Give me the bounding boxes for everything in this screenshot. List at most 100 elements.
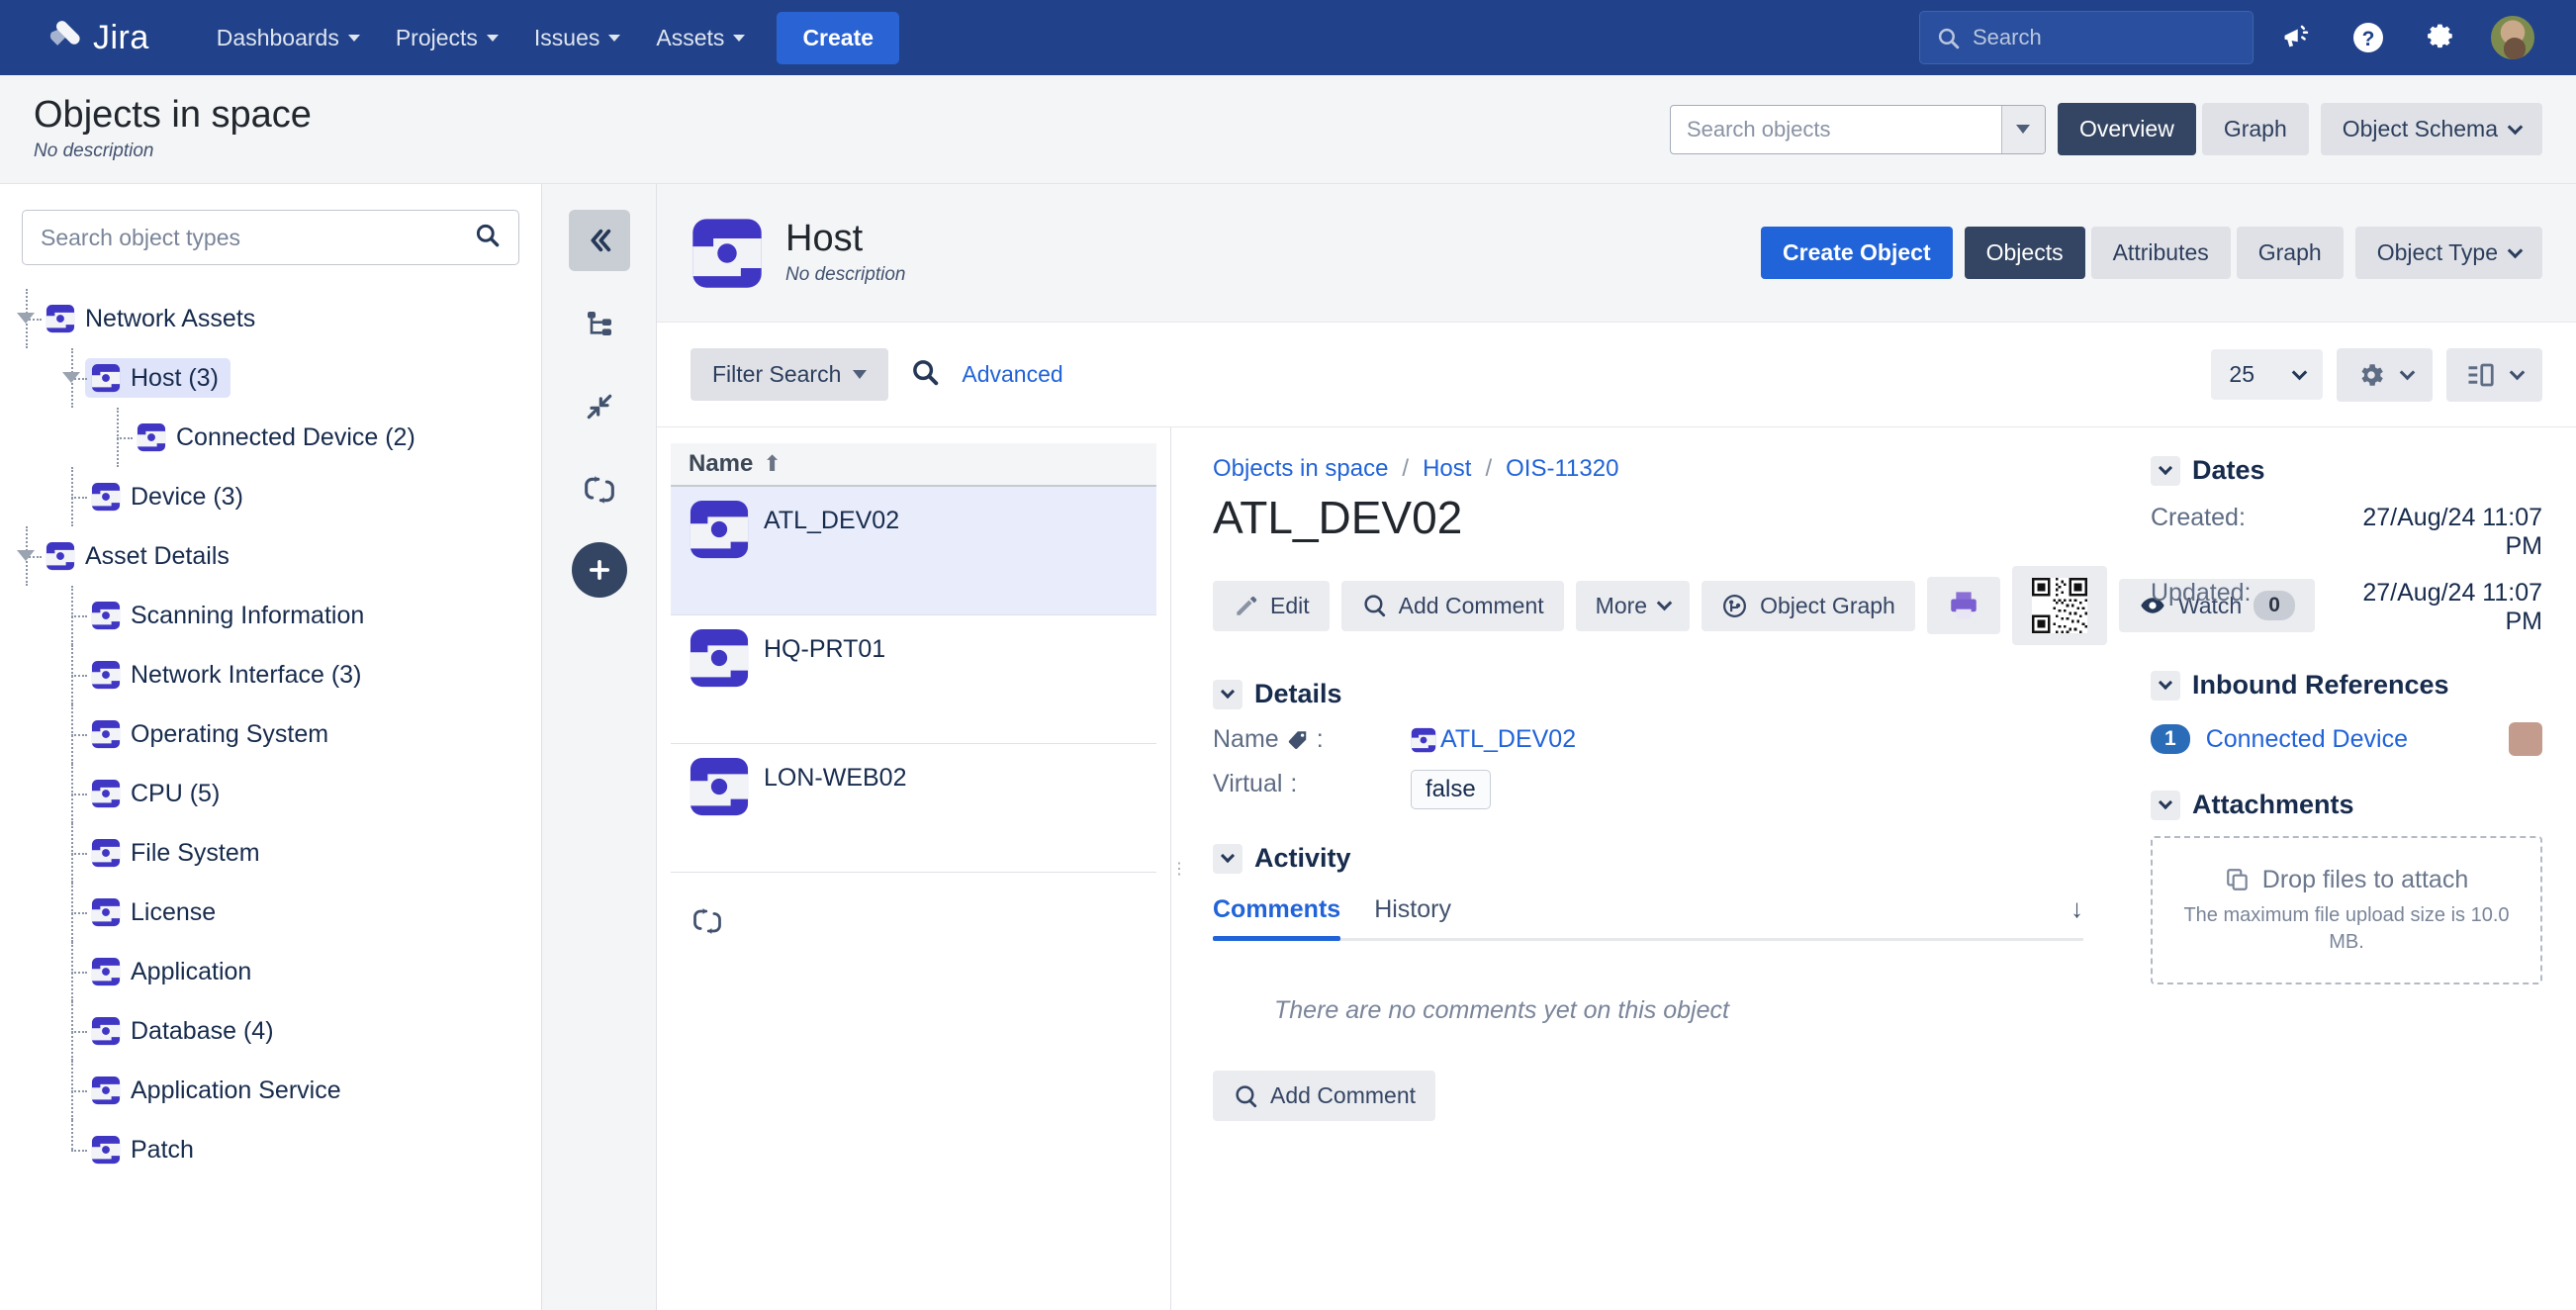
sort-order-toggle[interactable]: ↓: [2070, 893, 2083, 924]
breadcrumb-item-key[interactable]: OIS-11320: [1506, 455, 1618, 483]
object-detail-main: Objects in space / Host / OIS-11320 ATL_…: [1187, 427, 2315, 1310]
create-object-button[interactable]: Create Object: [1761, 227, 1953, 279]
object-type-icon: [46, 541, 75, 571]
search-object-types-input[interactable]: Search object types: [22, 210, 519, 265]
tree-item-label: Scanning Information: [131, 601, 365, 629]
object-type-titleblock: Host No description: [785, 220, 905, 286]
tree-item-host-3[interactable]: Host (3): [22, 348, 519, 408]
refresh-tree-button[interactable]: [569, 459, 630, 520]
details-heading: Details: [1254, 679, 1342, 708]
details-collapse-toggle[interactable]: [1213, 679, 1242, 709]
pane-resize-handle[interactable]: ⋮: [1171, 427, 1187, 1310]
attachments-collapse-toggle[interactable]: [2151, 790, 2180, 820]
add-comment-button[interactable]: Add Comment: [1340, 580, 1564, 631]
add-comment-button-bottom[interactable]: Add Comment: [1213, 1071, 1436, 1121]
search-icon: [913, 360, 939, 386]
add-comment-bottom-label: Add Comment: [1270, 1082, 1417, 1108]
tree-item-content: Scanning Information: [85, 596, 376, 635]
object-type-menu[interactable]: Object Type: [2354, 227, 2542, 279]
tab-history[interactable]: History: [1374, 895, 1451, 938]
edit-button[interactable]: Edit: [1213, 580, 1330, 631]
advanced-link[interactable]: Advanced: [962, 361, 1062, 388]
tree-item-cpu-5[interactable]: CPU (5): [22, 764, 519, 823]
view-switcher: Overview Graph: [2057, 103, 2309, 155]
tree-item-network-assets[interactable]: Network Assets: [17, 289, 519, 348]
avatar[interactable]: [2489, 14, 2536, 61]
object-schema-menu[interactable]: Object Schema: [2320, 103, 2542, 155]
tree-item-database-4[interactable]: Database (4): [22, 1001, 519, 1061]
object-type-header: Host No description Create Object Object…: [657, 184, 2576, 323]
collapse-all-button[interactable]: [569, 376, 630, 437]
tree-item-network-interface-3[interactable]: Network Interface (3): [22, 645, 519, 704]
attachment-dropzone[interactable]: Drop files to attach The maximum file up…: [2151, 836, 2542, 984]
tree-expand-toggle[interactable]: [17, 313, 35, 324]
search-objects-dropdown-button[interactable]: [2000, 105, 2045, 153]
tree-item-connected-device-2[interactable]: Connected Device (2): [22, 408, 519, 467]
tree-item-scanning-information[interactable]: Scanning Information: [22, 586, 519, 645]
tree-guide: [71, 497, 87, 499]
breadcrumb-item-schema[interactable]: Objects in space: [1213, 455, 1388, 483]
tree-item-asset-details[interactable]: Asset Details: [17, 526, 519, 586]
tree-expand-toggle[interactable]: [62, 372, 80, 383]
nav-item-issues[interactable]: Issues: [518, 13, 636, 63]
layout-toggle-menu[interactable]: [2446, 347, 2542, 402]
add-object-type-button[interactable]: [571, 542, 627, 598]
tab-graph[interactable]: Graph: [2201, 103, 2309, 155]
tab-comments[interactable]: Comments: [1213, 895, 1341, 941]
tab-overview[interactable]: Overview: [2057, 103, 2196, 155]
nav-item-assets[interactable]: Assets: [640, 13, 761, 63]
object-list-row[interactable]: LON-WEB02: [671, 744, 1156, 873]
nav-label: Issues: [533, 24, 600, 50]
tab-objects[interactable]: Objects: [1964, 227, 2085, 279]
nav-item-dashboards[interactable]: Dashboards: [201, 13, 376, 63]
tree-item-license[interactable]: License: [22, 883, 519, 942]
tab-attributes[interactable]: Attributes: [2090, 227, 2231, 279]
refresh-list-button[interactable]: [692, 906, 1156, 941]
print-button[interactable]: [1926, 577, 2000, 634]
object-type-menu-label: Object Type: [2376, 239, 2498, 265]
search-icon: [1938, 28, 1960, 48]
object-detail-sidebar: Dates Created: 27/Aug/24 11:07 PM Update…: [2133, 427, 2576, 1310]
tree-item-device-3[interactable]: Device (3): [22, 467, 519, 526]
list-settings-menu[interactable]: [2337, 347, 2433, 402]
tab-graph[interactable]: Graph: [2236, 227, 2344, 279]
tree-item-patch[interactable]: Patch: [22, 1120, 519, 1179]
tree-item-application[interactable]: Application: [22, 942, 519, 1001]
filter-search-label: Filter Search: [712, 361, 842, 387]
hierarchy-view-button[interactable]: [569, 293, 630, 354]
announcements-button[interactable]: [2269, 10, 2325, 65]
page-size-select[interactable]: 25: [2211, 349, 2323, 400]
object-list-row[interactable]: ATL_DEV02: [671, 487, 1156, 615]
inbound-reference-link[interactable]: Connected Device: [2206, 725, 2408, 754]
attribute-link-name[interactable]: ATL_DEV02: [1440, 725, 1576, 754]
qr-code-button[interactable]: [2011, 566, 2107, 645]
settings-button[interactable]: [2412, 10, 2467, 65]
inbound-reference-item[interactable]: 1 Connected Device: [2151, 722, 2542, 756]
inbound-collapse-toggle[interactable]: [2151, 670, 2180, 701]
filter-search-button[interactable]: Filter Search: [690, 348, 889, 401]
tree-guide-vertical: [71, 1001, 73, 1061]
help-button[interactable]: ?: [2341, 10, 2396, 65]
more-menu-button[interactable]: More: [1575, 580, 1691, 631]
tree-item-application-service[interactable]: Application Service: [22, 1061, 519, 1120]
object-row-name: LON-WEB02: [764, 764, 907, 792]
jira-logo[interactable]: Jira: [26, 19, 167, 57]
activity-collapse-toggle[interactable]: [1213, 843, 1242, 874]
attribute-key-virtual: Virtual: [1213, 770, 1283, 797]
tree-item-file-system[interactable]: File System: [22, 823, 519, 883]
tree-item-operating-system[interactable]: Operating System: [22, 704, 519, 764]
search-objects-input[interactable]: Search objects: [1669, 104, 2046, 154]
tree-expand-toggle[interactable]: [17, 550, 35, 561]
collapse-sidebar-button[interactable]: [568, 210, 630, 271]
dates-collapse-toggle[interactable]: [2151, 455, 2180, 486]
breadcrumb-item-type[interactable]: Host: [1423, 455, 1471, 483]
global-search-input[interactable]: Search: [1919, 11, 2254, 64]
run-search-button[interactable]: [910, 357, 940, 392]
create-button[interactable]: Create: [777, 11, 900, 64]
object-list-row[interactable]: HQ-PRT01: [671, 615, 1156, 744]
content-column: Host No description Create Object Object…: [657, 184, 2576, 1310]
object-list-header[interactable]: Name ⬆: [671, 443, 1156, 487]
object-graph-button[interactable]: Object Graph: [1702, 580, 1915, 631]
nav-item-projects[interactable]: Projects: [380, 13, 514, 63]
filter-toolbar: Filter Search Advanced 25: [657, 323, 2576, 427]
